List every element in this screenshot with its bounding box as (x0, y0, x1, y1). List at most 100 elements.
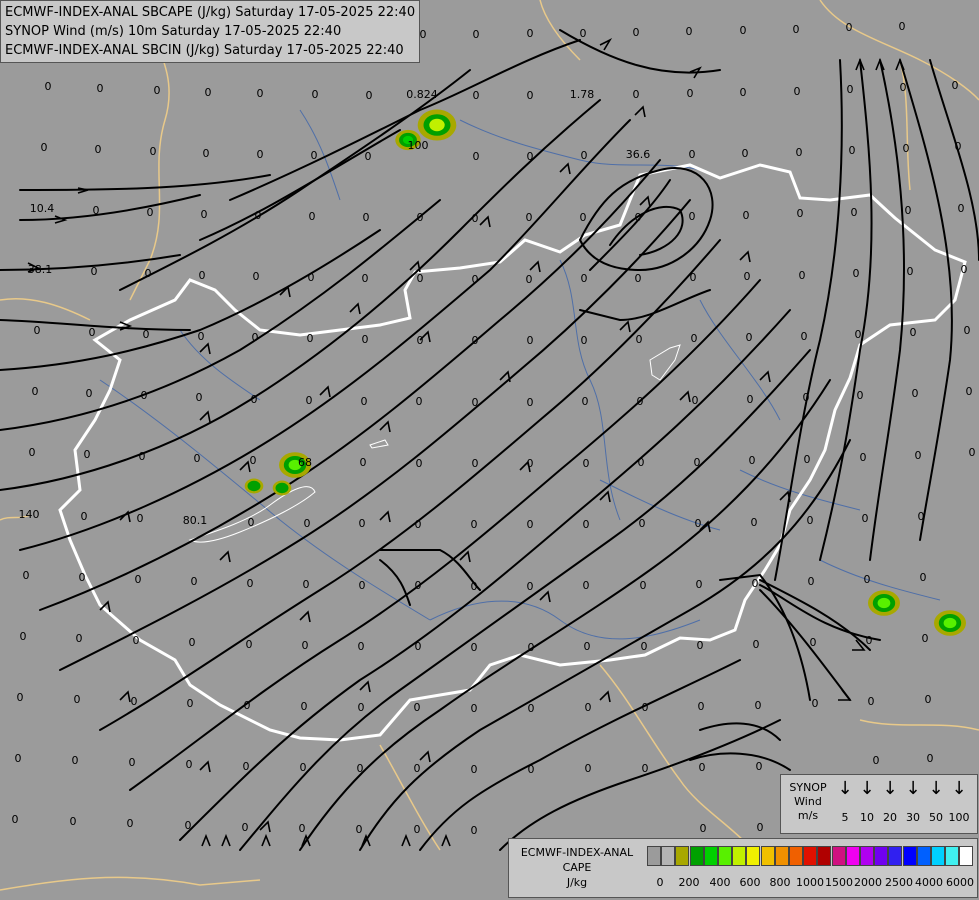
map-value-label: 0 (691, 332, 698, 345)
map-value-label: 0 (360, 456, 367, 469)
cape-cell (244, 478, 264, 494)
map-value-label: 0 (585, 701, 592, 714)
map-value-label: 0 (912, 387, 919, 400)
map-value-label: 0 (583, 518, 590, 531)
map-value-label: 0 (866, 634, 873, 647)
map-value-label: 0 (127, 817, 134, 830)
cape-swatch (888, 846, 903, 866)
map-value-label: 0 (472, 273, 479, 286)
map-value-label: 0 (969, 446, 976, 459)
wind-arrow-down-icon: ↓ (951, 778, 967, 799)
map-value-label: 0 (862, 512, 869, 525)
map-value-label: 0 (751, 516, 758, 529)
map-value-label: 0 (133, 634, 140, 647)
map-value-label: 36.6 (626, 148, 651, 161)
cape-tick-label: 2500 (885, 876, 913, 889)
map-value-label: 0 (41, 141, 48, 154)
map-value-label: 0 (695, 517, 702, 530)
map-value-label: 0 (81, 510, 88, 523)
cape-swatch (746, 846, 761, 866)
map-value-label: 0 (471, 518, 478, 531)
map-value-label: 0 (807, 514, 814, 527)
map-value-label: 0 (361, 395, 368, 408)
map-value-label: 0 (638, 456, 645, 469)
map-value-label: 0 (694, 456, 701, 469)
cape-swatch (931, 846, 945, 866)
map-value-label: 68 (298, 456, 312, 469)
map-value-label: 0 (199, 269, 206, 282)
map-value-label: 0 (308, 271, 315, 284)
map-value-label: 0 (637, 395, 644, 408)
map-value-label: 0 (34, 324, 41, 337)
map-value-label: 0 (417, 272, 424, 285)
map-value-label: 0 (473, 28, 480, 41)
cape-legend-title-line3: J/kg (566, 876, 588, 889)
cape-cell-layer (943, 617, 957, 629)
map-value-label: 0 (692, 394, 699, 407)
map-value-label: 0 (752, 577, 759, 590)
map-value-label: 0 (12, 813, 19, 826)
cape-cell (868, 590, 900, 616)
map-value-label: 0 (925, 693, 932, 706)
map-value-label: 0 (757, 821, 764, 834)
cape-cell-layer (278, 485, 286, 491)
map-value-label: 0 (922, 632, 929, 645)
map-value-label: 1.78 (570, 88, 595, 101)
map-value-label: 0 (191, 575, 198, 588)
map-value-label: 0 (910, 326, 917, 339)
map-value-label: 0 (697, 639, 704, 652)
title-line-cape: ECMWF-INDEX-ANAL SBCAPE (J/kg) Saturday … (5, 5, 416, 20)
map-value-label: 0 (414, 701, 421, 714)
cape-cell-layer (250, 483, 258, 489)
map-value-label: 0 (907, 265, 914, 278)
synop-speed-label: 100 (948, 811, 970, 824)
synop-wind-legend: SYNOP Wind m/s ↓ ↓ ↓ ↓ ↓ ↓ 5 10 20 30 50… (780, 774, 978, 834)
map-value-label: 0 (154, 84, 161, 97)
map-value-label: 0 (97, 82, 104, 95)
synop-speed-label: 30 (906, 811, 920, 824)
map-value-label: 0 (366, 89, 373, 102)
map-value-label: 0 (755, 699, 762, 712)
cape-swatch (789, 846, 803, 866)
map-value-label: 0 (198, 330, 205, 343)
map-value-label: 0 (252, 331, 259, 344)
map-value-label: 0 (753, 638, 760, 651)
map-value-label: 0 (958, 202, 965, 215)
map-value-label: 0 (357, 762, 364, 775)
map-value-label: 0 (900, 81, 907, 94)
cape-swatch (647, 846, 661, 866)
cape-tick-label: 1500 (825, 876, 853, 889)
map-value-label: 0 (584, 640, 591, 653)
map-value-label: 0 (194, 452, 201, 465)
map-value-label: 0 (527, 150, 534, 163)
map-value-label: 0 (139, 450, 146, 463)
map-value-label: 0 (527, 457, 534, 470)
map-value-label: 0 (849, 144, 856, 157)
wind-arrow-down-icon: ↓ (837, 778, 853, 799)
map-value-label: 0 (747, 393, 754, 406)
cape-tick-label: 6000 (946, 876, 974, 889)
map-value-label: 0 (905, 204, 912, 217)
map-value-label: 0 (416, 395, 423, 408)
map-value-label: 0.824 (406, 88, 438, 101)
cape-swatch (675, 846, 690, 866)
map-value-label: 0 (793, 23, 800, 36)
map-value-label: 0 (640, 579, 647, 592)
map-value-label: 0 (633, 88, 640, 101)
map-title-box: ECMWF-INDEX-ANAL SBCAPE (J/kg) Saturday … (0, 0, 421, 63)
map-value-label: 0 (471, 641, 478, 654)
map-value-label: 0 (472, 396, 479, 409)
map-value-label: 0 (365, 150, 372, 163)
map-value-label: 0 (698, 700, 705, 713)
map-value-label: 0 (582, 395, 589, 408)
map-value-label: 0 (17, 691, 24, 704)
map-value-label: 0 (79, 571, 86, 584)
map-value-label: 0 (250, 454, 257, 467)
map-value-label: 0 (205, 86, 212, 99)
map-value-label: 0 (312, 88, 319, 101)
map-value-label: 0 (306, 394, 313, 407)
map-value-label: 140 (19, 508, 40, 521)
cape-cell-layer (877, 597, 891, 609)
map-value-label: 0 (583, 457, 590, 470)
cape-legend-title-line1: ECMWF-INDEX-ANAL (520, 846, 634, 859)
